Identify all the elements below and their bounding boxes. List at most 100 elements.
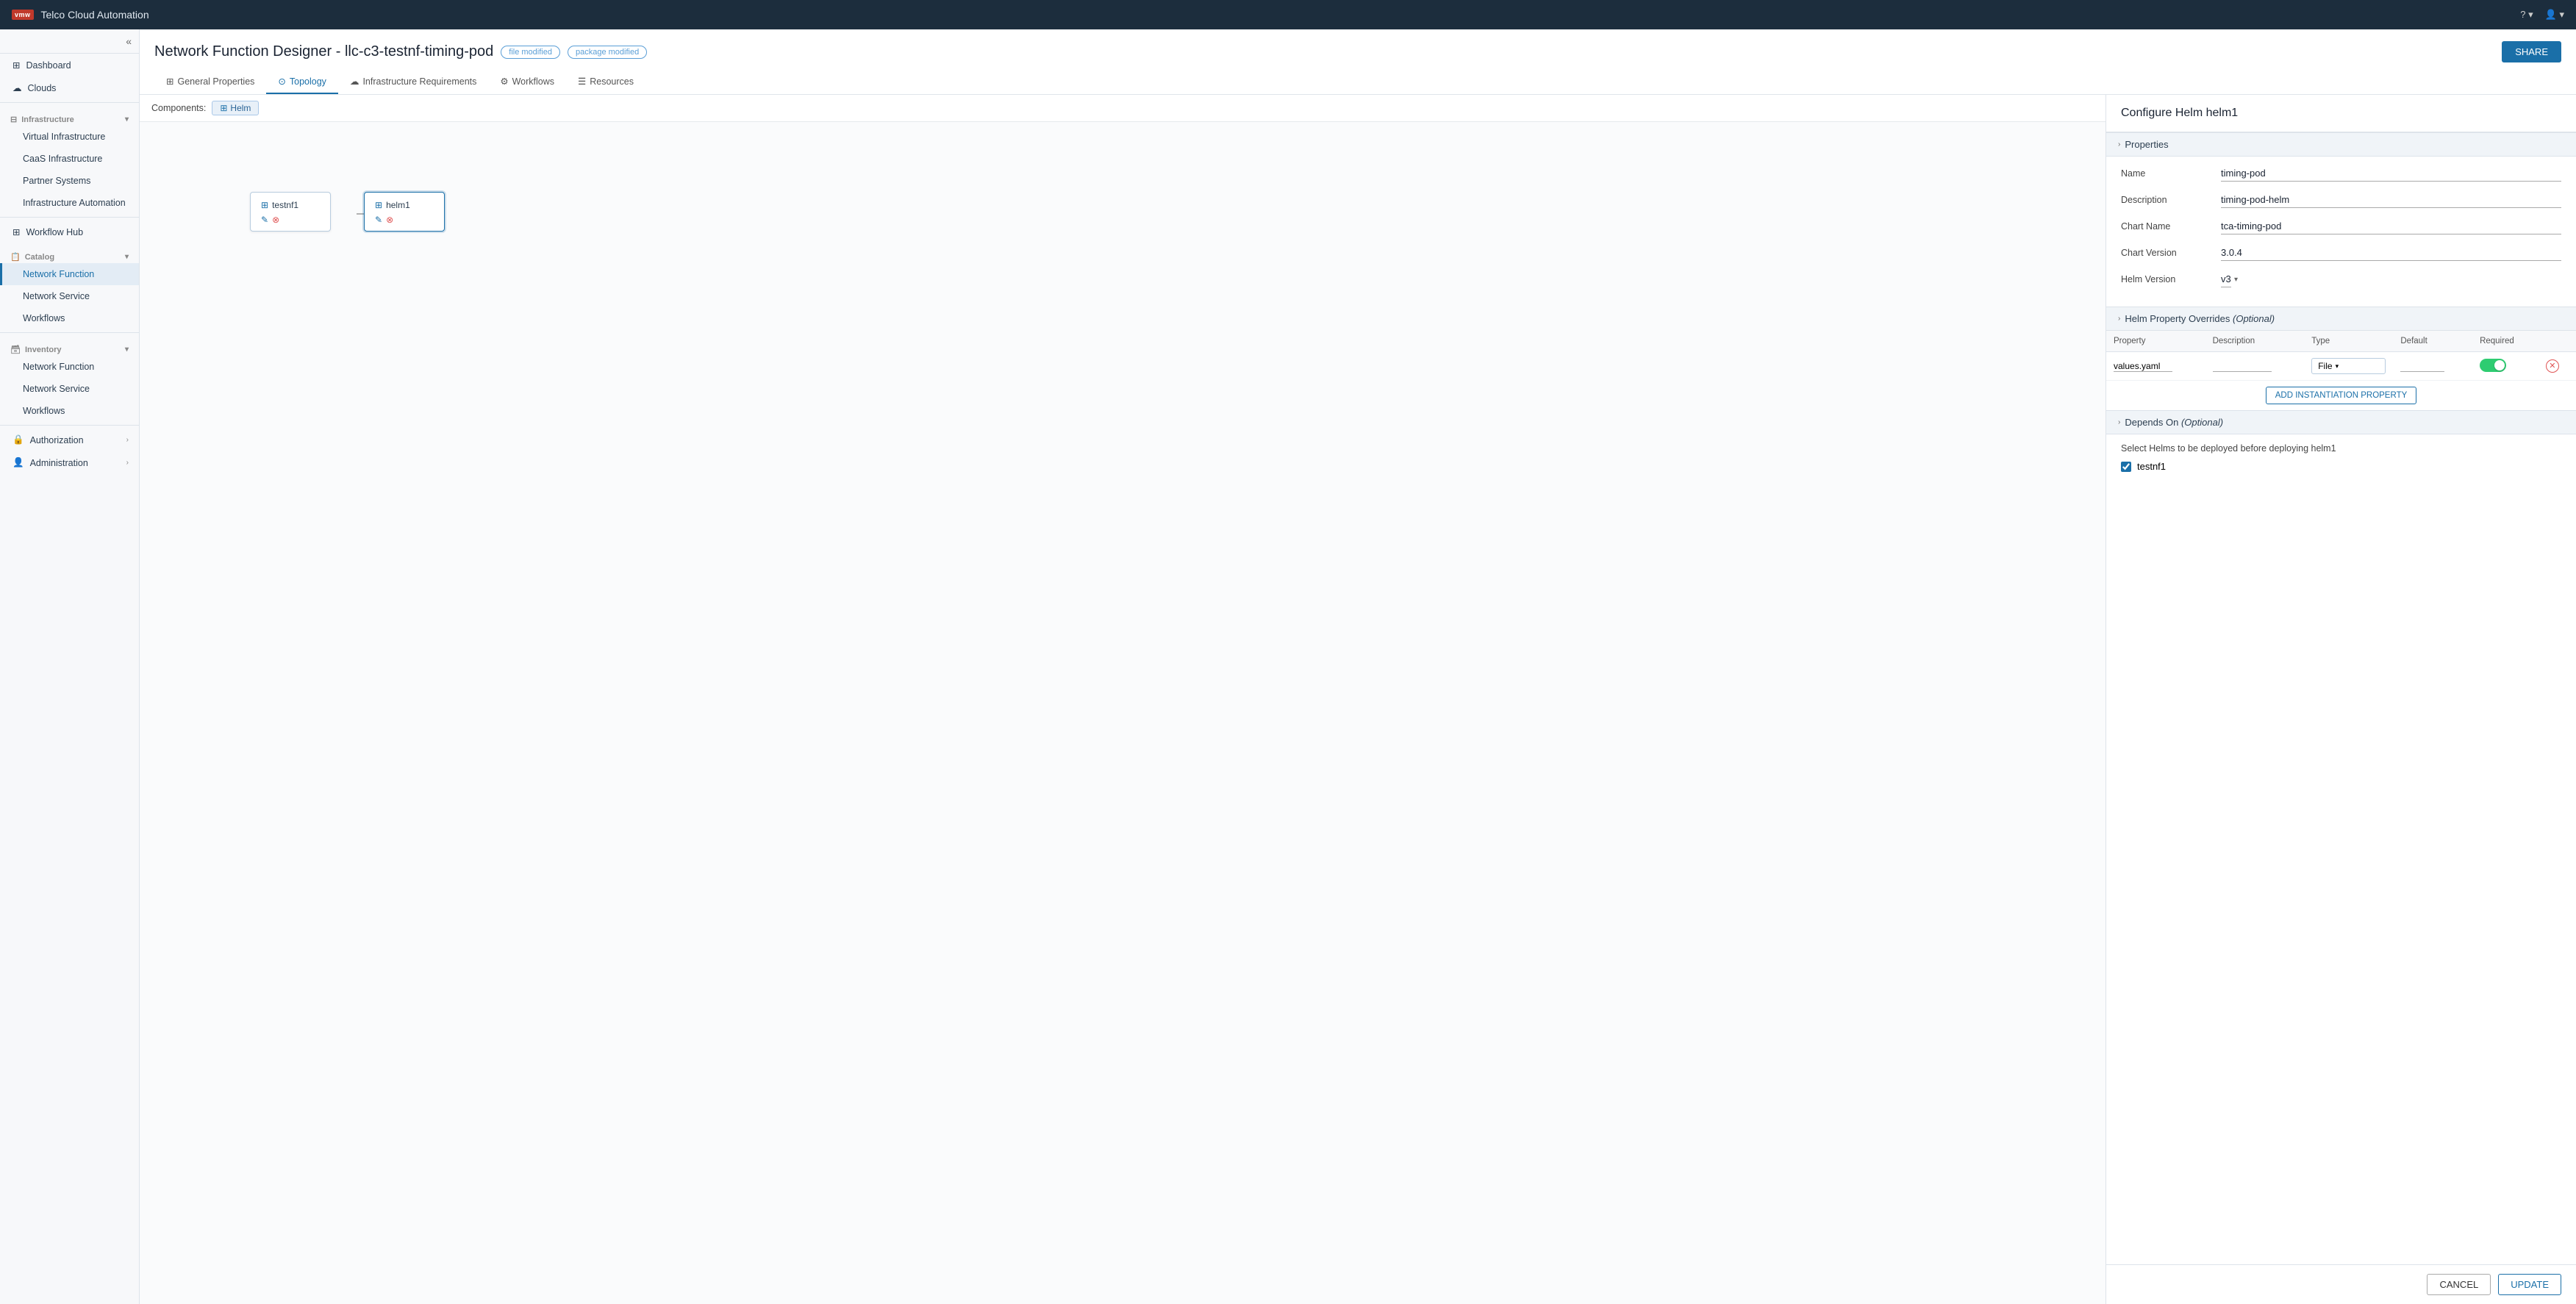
required-toggle[interactable]	[2480, 359, 2506, 372]
overrides-table: Property Description Type Default Requir…	[2106, 331, 2576, 381]
tab-resources[interactable]: ☰ Resources	[566, 70, 645, 94]
type-select[interactable]: File ▾	[2311, 358, 2386, 374]
chart-name-label: Chart Name	[2121, 221, 2209, 232]
tab-topology[interactable]: ⊙ Topology	[266, 70, 338, 94]
package-modified-badge: package modified	[568, 46, 647, 59]
sidebar-section-infrastructure[interactable]: ⊟ Infrastructure ▾	[0, 109, 139, 126]
sidebar-label-inventory-network-service: Network Service	[23, 384, 90, 394]
description-input[interactable]	[2221, 192, 2561, 208]
sidebar-item-caas-infrastructure[interactable]: CaaS Infrastructure	[0, 148, 139, 170]
workflow-icon: ⊞	[12, 226, 20, 237]
sidebar-item-infra-automation[interactable]: Infrastructure Automation	[0, 192, 139, 214]
delete-helm1-button[interactable]: ⊗	[386, 215, 393, 225]
page-title: Network Function Designer - llc-c3-testn…	[154, 43, 493, 60]
configure-panel-header: Configure Helm helm1	[2106, 95, 2576, 132]
app-title: Telco Cloud Automation	[41, 9, 149, 21]
tab-label-resources: Resources	[590, 76, 634, 87]
user-button[interactable]: 👤 ▾	[2545, 9, 2564, 21]
sidebar-label-authorization: Authorization	[30, 435, 84, 445]
sidebar-collapse[interactable]: «	[0, 29, 139, 54]
delete-testnf1-button[interactable]: ⊗	[272, 215, 279, 225]
name-input[interactable]	[2221, 165, 2561, 182]
overrides-table-header-row: Property Description Type Default Requir…	[2106, 331, 2576, 352]
form-row-chart-name: Chart Name	[2121, 218, 2561, 234]
properties-section-header[interactable]: › Properties	[2106, 132, 2576, 157]
sidebar-item-inventory-workflows[interactable]: Workflows	[0, 400, 139, 422]
tabs: ⊞ General Properties ⊙ Topology ☁ Infras…	[154, 70, 2561, 94]
help-button[interactable]: ? ▾	[2520, 9, 2533, 21]
helm-chip[interactable]: ⊞ Helm	[212, 101, 259, 115]
description-cell	[2205, 352, 2305, 381]
canvas-body[interactable]: ⊞ testnf1 ✎ ⊗ ⊞ helm1	[140, 122, 2105, 1304]
sidebar-section-catalog[interactable]: 📋 Catalog ▾	[0, 246, 139, 263]
divider-1	[0, 102, 139, 103]
depends-on-arrow-icon: ›	[2118, 418, 2120, 426]
tab-general-properties[interactable]: ⊞ General Properties	[154, 70, 266, 94]
inventory-icon: 🗃	[10, 345, 21, 354]
panel-footer: CANCEL UPDATE	[2106, 1264, 2576, 1304]
main-content: Network Function Designer - llc-c3-testn…	[140, 29, 2576, 1304]
cancel-button[interactable]: CANCEL	[2427, 1274, 2491, 1295]
sidebar-item-catalog-network-service[interactable]: Network Service	[0, 285, 139, 307]
delete-row-button[interactable]: ✕	[2546, 359, 2559, 373]
property-input[interactable]	[2114, 361, 2172, 372]
sidebar-item-catalog-workflows[interactable]: Workflows	[0, 307, 139, 329]
node-helm1-actions: ✎ ⊗	[375, 215, 434, 225]
top-nav-left: vmw Telco Cloud Automation	[12, 9, 149, 21]
page-header: Network Function Designer - llc-c3-testn…	[140, 29, 2576, 95]
sidebar-label-workflow-hub: Workflow Hub	[26, 227, 83, 237]
required-cell[interactable]	[2472, 352, 2539, 381]
share-button[interactable]: SHARE	[2502, 41, 2561, 62]
topology-arrow	[140, 122, 2105, 1304]
vmware-logo: vmw	[12, 10, 34, 20]
chart-version-input[interactable]	[2221, 245, 2561, 261]
property-cell	[2106, 352, 2205, 381]
sidebar-item-dashboard[interactable]: ⊞ Dashboard	[0, 54, 139, 76]
top-nav: vmw Telco Cloud Automation ? ▾ 👤 ▾	[0, 0, 2576, 29]
sidebar-item-clouds[interactable]: ☁ Clouds	[0, 76, 139, 99]
edit-testnf1-button[interactable]: ✎	[261, 215, 268, 225]
testnf1-checkbox[interactable]	[2121, 462, 2131, 472]
sidebar-item-inventory-network-service[interactable]: Network Service	[0, 378, 139, 400]
overrides-section-header[interactable]: › Helm Property Overrides (Optional)	[2106, 307, 2576, 331]
depends-on-section-header[interactable]: › Depends On (Optional)	[2106, 410, 2576, 434]
grid-icon: ⊞	[12, 60, 20, 71]
sidebar-item-authorization[interactable]: 🔒 Authorization ›	[0, 429, 139, 451]
sidebar-item-workflow-hub[interactable]: ⊞ Workflow Hub	[0, 221, 139, 243]
sidebar-label-inventory-workflows: Workflows	[23, 406, 65, 416]
top-nav-right: ? ▾ 👤 ▾	[2520, 9, 2564, 21]
collapse-button[interactable]: «	[126, 35, 132, 47]
helm-version-label: Helm Version	[2121, 274, 2209, 284]
chart-name-input[interactable]	[2221, 218, 2561, 234]
node-testnf1-actions: ✎ ⊗	[261, 215, 320, 225]
edit-helm1-button[interactable]: ✎	[375, 215, 382, 225]
form-row-helm-version: Helm Version v3 v2 ▾	[2121, 271, 2561, 287]
sidebar-item-partner-systems[interactable]: Partner Systems	[0, 170, 139, 192]
delete-cell[interactable]: ✕	[2539, 352, 2576, 381]
sidebar-item-inventory-network-function[interactable]: Network Function	[0, 356, 139, 378]
app-layout: « ⊞ Dashboard ☁ Clouds ⊟ Infrastructure …	[0, 0, 2576, 1304]
sidebar-item-administration[interactable]: 👤 Administration ›	[0, 451, 139, 474]
configure-panel: Configure Helm helm1 › Properties Name D…	[2105, 95, 2576, 1304]
general-properties-icon: ⊞	[166, 76, 173, 87]
default-cell	[2393, 352, 2472, 381]
helm-version-select[interactable]: v3 v2	[2221, 271, 2231, 287]
update-button[interactable]: UPDATE	[2498, 1274, 2561, 1295]
type-value: File	[2318, 361, 2332, 371]
sidebar-item-catalog-network-function[interactable]: Network Function	[0, 263, 139, 285]
node-helm1[interactable]: ⊞ helm1 ✎ ⊗	[364, 192, 445, 232]
type-cell[interactable]: File ▾	[2304, 352, 2393, 381]
lock-icon: 🔒	[12, 434, 24, 445]
sidebar-section-inventory[interactable]: 🗃 Inventory ▾	[0, 339, 139, 356]
helm-node-icon-helm1: ⊞	[375, 200, 382, 210]
cloud-icon: ☁	[12, 82, 22, 93]
default-input[interactable]	[2400, 361, 2444, 372]
property-description-input[interactable]	[2213, 361, 2272, 372]
tab-workflows[interactable]: ⚙ Workflows	[488, 70, 566, 94]
sidebar-item-virtual-infrastructure[interactable]: Virtual Infrastructure	[0, 126, 139, 148]
add-instantiation-property-button[interactable]: ADD INSTANTIATION PROPERTY	[2266, 387, 2417, 404]
helm-node-icon-testnf1: ⊞	[261, 200, 268, 210]
tab-infrastructure-requirements[interactable]: ☁ Infrastructure Requirements	[338, 70, 488, 94]
sidebar-label-partner-systems: Partner Systems	[23, 176, 90, 186]
node-testnf1[interactable]: ⊞ testnf1 ✎ ⊗	[250, 192, 331, 232]
